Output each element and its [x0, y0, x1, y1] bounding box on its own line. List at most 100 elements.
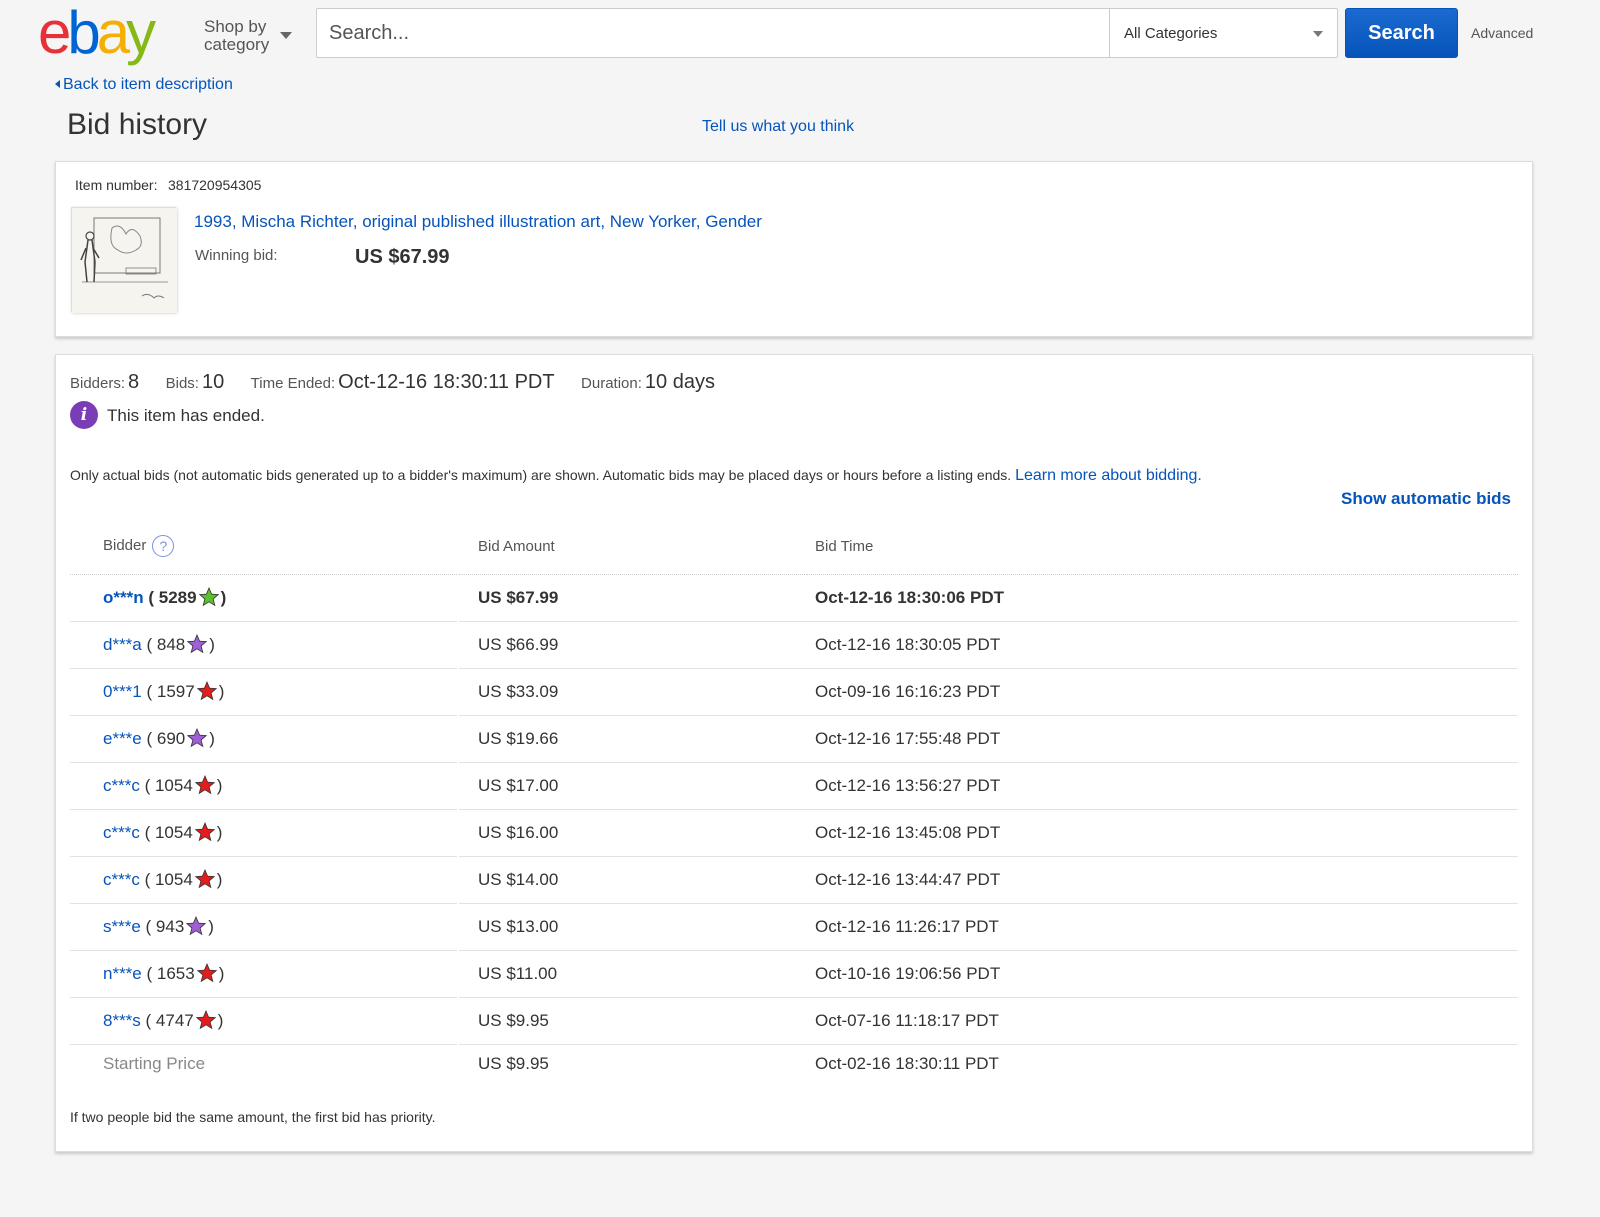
bidder-name-link[interactable]: d***a: [103, 635, 142, 654]
feedback-score: ( 4747: [145, 1011, 194, 1030]
search-input[interactable]: [317, 9, 1109, 57]
red-star-icon[interactable]: [196, 681, 217, 701]
purple-star-icon[interactable]: [187, 728, 208, 748]
red-star-icon[interactable]: [194, 775, 215, 795]
shop-by-label-line2: category: [204, 35, 270, 54]
bid-history-table: Bidder? Bid Amount Bid Time o***n ( 5289…: [70, 519, 1518, 1084]
bidder-name-link[interactable]: e***e: [103, 729, 142, 748]
bid-amount-cell: US $13.00: [457, 903, 807, 951]
item-ended-message: This item has ended.: [107, 406, 265, 425]
item-thumbnail[interactable]: [71, 207, 177, 313]
starting-price-row: Starting Price US $9.95 Oct-02-16 18:30:…: [70, 1044, 1518, 1084]
bid-time-cell: Oct-12-16 13:56:27 PDT: [807, 762, 1518, 810]
bidder-name-link[interactable]: o***n: [103, 588, 144, 607]
bid-amount-column-header: Bid Amount: [457, 519, 807, 575]
shop-by-category-button[interactable]: Shop by category: [204, 17, 292, 54]
back-link-label: Back to item description: [63, 76, 233, 93]
learn-more-bidding-link[interactable]: Learn more about bidding.: [1015, 467, 1202, 484]
feedback-score: ( 1597: [146, 682, 195, 701]
feedback-close-paren: ): [209, 635, 215, 654]
bid-amount-cell: US $17.00: [457, 762, 807, 810]
chevron-down-icon: [280, 32, 292, 39]
bid-time-cell: Oct-12-16 18:30:06 PDT: [807, 574, 1518, 622]
illustration-thumbnail-image: [72, 208, 177, 313]
table-row: e***e ( 690) US $19.66 Oct-12-16 17:55:48 …: [70, 715, 1518, 763]
logo-letter-e: e: [38, 0, 71, 66]
advanced-search-link[interactable]: Advanced: [1471, 25, 1533, 41]
item-title-link[interactable]: 1993, Mischa Richter, original published…: [194, 212, 762, 232]
purple-star-icon[interactable]: [186, 916, 207, 936]
tell-us-what-you-think-link[interactable]: Tell us what you think: [702, 118, 854, 136]
chevron-down-icon: [1313, 31, 1323, 37]
feedback-score: ( 943: [145, 917, 185, 936]
bid-amount-cell: US $11.00: [457, 950, 807, 998]
table-row: 8***s ( 4747) US $9.95 Oct-07-16 11:18:17 …: [70, 997, 1518, 1045]
bidder-name-link[interactable]: 8***s: [103, 1011, 141, 1030]
bidders-label: Bidders:: [70, 375, 126, 392]
bidder-cell: c***c ( 1054): [70, 762, 458, 810]
bidder-header-label: Bidder: [103, 537, 147, 555]
item-number-label: Item number:: [75, 177, 158, 193]
table-row: c***c ( 1054) US $14.00 Oct-12-16 13:44:47…: [70, 856, 1518, 904]
table-header-row: Bidder? Bid Amount Bid Time: [70, 519, 1518, 575]
bidder-cell: c***c ( 1054): [70, 856, 458, 904]
feedback-score: ( 1653: [146, 964, 195, 983]
feedback-close-paren: ): [218, 964, 225, 983]
bid-time-cell: Oct-10-16 19:06:56 PDT: [807, 950, 1518, 998]
bids-count: 10: [201, 371, 225, 393]
feedback-close-paren: ): [208, 917, 214, 936]
bid-time-cell: Oct-12-16 13:44:47 PDT: [807, 856, 1518, 904]
bidder-cell: d***a ( 848): [70, 621, 458, 669]
help-icon[interactable]: ?: [152, 535, 175, 558]
green-star-icon[interactable]: [198, 587, 219, 607]
starting-price-label: Starting Price: [103, 1054, 206, 1074]
winning-bid-value: US $67.99: [355, 246, 450, 268]
red-star-icon[interactable]: [195, 1010, 216, 1030]
purple-star-icon[interactable]: [187, 634, 208, 654]
item-summary-panel: Item number: 381720954305 1993, Mischa R…: [55, 161, 1533, 337]
feedback-close-paren: ): [216, 870, 223, 889]
shop-by-label-line1: Shop by: [204, 17, 267, 36]
bid-time-column-header: Bid Time: [807, 519, 1518, 575]
category-select[interactable]: All Categories: [1109, 9, 1337, 57]
show-automatic-bids-link[interactable]: Show automatic bids: [1341, 489, 1511, 509]
bid-amount-cell: US $16.00: [457, 809, 807, 857]
bid-amount-cell: US $9.95: [457, 997, 807, 1045]
bid-amount-cell: US $66.99: [457, 621, 807, 669]
bids-note: Only actual bids (not automatic bids gen…: [70, 467, 1202, 485]
logo-letter-y: y: [126, 0, 156, 66]
red-star-icon[interactable]: [194, 822, 215, 842]
bidder-name-link[interactable]: 0***1: [103, 682, 142, 701]
info-icon: i: [70, 401, 98, 429]
search-button[interactable]: Search: [1345, 8, 1458, 58]
bids-note-text: Only actual bids (not automatic bids gen…: [70, 467, 1012, 483]
bidder-cell: o***n ( 5289): [70, 574, 458, 622]
bids-label: Bids:: [165, 375, 199, 392]
item-number: 381720954305: [168, 177, 262, 193]
table-row: s***e ( 943) US $13.00 Oct-12-16 11:26:17 …: [70, 903, 1518, 951]
bidder-name-link[interactable]: s***e: [103, 917, 141, 936]
table-row: n***e ( 1653) US $11.00 Oct-10-16 19:06:56…: [70, 950, 1518, 998]
feedback-close-paren: ): [220, 588, 227, 607]
bidder-cell: c***c ( 1054): [70, 809, 458, 857]
chevron-left-icon: [55, 80, 60, 88]
bid-amount-cell: US $67.99: [457, 574, 807, 622]
ebay-logo[interactable]: ebay: [38, 0, 156, 66]
feedback-close-paren: ): [216, 776, 223, 795]
tie-break-note: If two people bid the same amount, the f…: [70, 1109, 436, 1125]
bidder-name-link[interactable]: n***e: [103, 964, 142, 983]
bidder-name-link[interactable]: c***c: [103, 823, 140, 842]
bidder-column-header: Bidder?: [70, 519, 458, 575]
duration-label: Duration:: [581, 375, 642, 392]
bid-time-cell: Oct-12-16 11:26:17 PDT: [807, 903, 1518, 951]
feedback-close-paren: ): [217, 1011, 224, 1030]
bidder-name-link[interactable]: c***c: [103, 776, 140, 795]
feedback-score: ( 1054: [144, 823, 193, 842]
red-star-icon[interactable]: [194, 869, 215, 889]
bidder-name-link[interactable]: c***c: [103, 870, 140, 889]
back-to-item-link[interactable]: Back to item description: [55, 76, 233, 94]
logo-letter-b: b: [67, 0, 100, 66]
winning-bid-label: Winning bid:: [195, 247, 278, 264]
feedback-score: ( 1054: [144, 870, 193, 889]
red-star-icon[interactable]: [196, 963, 217, 983]
